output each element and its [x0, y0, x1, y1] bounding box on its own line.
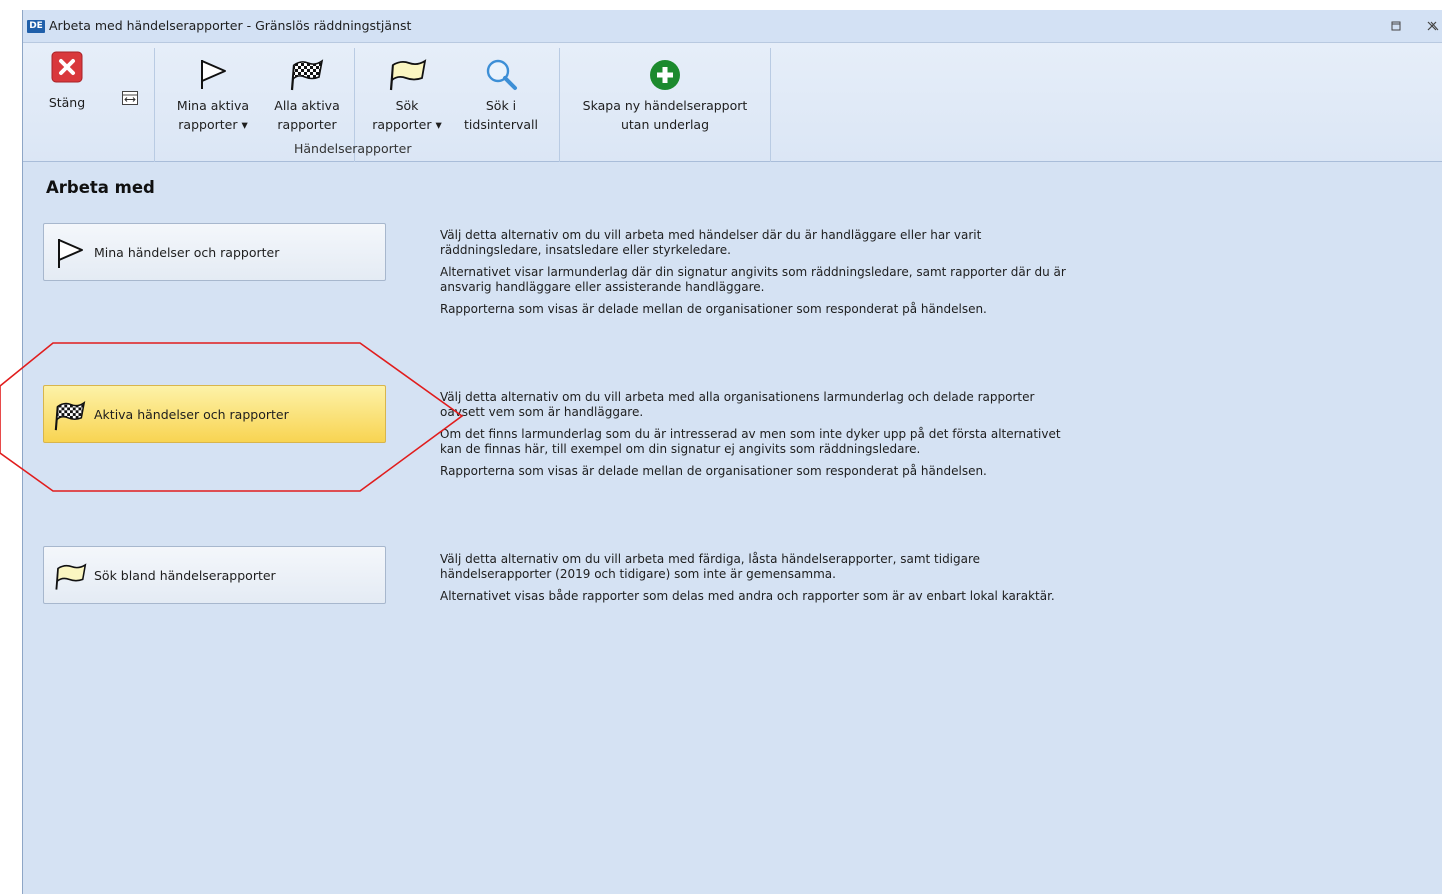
section-title: Arbeta med	[46, 178, 155, 197]
my-events-button[interactable]: Mina händelser och rapporter	[43, 223, 386, 281]
search-time-interval-button[interactable]: Sök i tidsintervall	[459, 57, 543, 134]
close-icon	[51, 51, 83, 83]
description-paragraph: Alternativet visas både rapporter som de…	[440, 589, 1055, 603]
search-reports-option-label: Sök bland händelserapporter	[94, 568, 276, 583]
app-window: DE Arbeta med händelserapporter - Gränsl…	[22, 10, 1442, 894]
my-events-description: Välj detta alternativ om du vill arbeta …	[440, 228, 1080, 324]
title-bar: DE Arbeta med händelserapporter - Gränsl…	[23, 10, 1442, 43]
description-paragraph: Välj detta alternativ om du vill arbeta …	[440, 552, 981, 581]
close-button[interactable]: Stäng	[44, 51, 90, 112]
active-events-button[interactable]: Aktiva händelser och rapporter	[43, 385, 386, 443]
white-flag-icon	[58, 239, 83, 268]
active-events-label: Aktiva händelser och rapporter	[94, 407, 289, 422]
search-reports-option-button[interactable]: Sök bland händelserapporter	[43, 546, 386, 604]
ribbon-separator	[154, 48, 155, 162]
checkered-flag-icon	[290, 59, 324, 91]
all-active-reports-label-1: Alla aktiva	[274, 98, 340, 113]
my-events-label: Mina händelser och rapporter	[94, 245, 280, 260]
description-paragraph: Välj detta alternativ om du vill arbeta …	[440, 390, 1035, 419]
create-report-label-1: Skapa ny händelserapport	[582, 98, 748, 113]
yellow-flag-icon	[389, 59, 427, 91]
main-content: Arbeta med Mina händelser och rapporter …	[23, 162, 1442, 894]
search-icon	[486, 59, 517, 90]
all-active-reports-button[interactable]: Alla aktiva rapporter	[267, 57, 347, 134]
white-flag-icon	[201, 60, 226, 89]
search-reports-label-1: Sök	[395, 98, 419, 113]
my-active-reports-label-1: Mina aktiva	[176, 98, 250, 113]
ribbon-separator	[559, 48, 560, 162]
my-active-reports-button[interactable]: Mina aktiva rapporter ▾	[171, 57, 255, 134]
my-active-reports-label-2: rapporter ▾	[178, 117, 248, 132]
window-title: Arbeta med händelserapporter - Gränslös …	[49, 18, 412, 33]
description-paragraph: Om det finns larmunderlag som du är intr…	[440, 427, 1061, 456]
active-events-description: Välj detta alternativ om du vill arbeta …	[440, 390, 1080, 486]
search-time-interval-label-1: Sök i	[485, 98, 517, 113]
resize-icon[interactable]	[121, 89, 139, 107]
all-active-reports-label-2: rapporter	[277, 117, 337, 132]
checkered-flag-icon	[54, 401, 86, 431]
search-time-interval-label-2: tidsintervall	[464, 117, 538, 132]
create-report-label-2: utan underlag	[620, 117, 710, 132]
ribbon-group-label: Händelserapporter	[294, 141, 412, 156]
restore-icon[interactable]	[1389, 20, 1403, 32]
close-button-label: Stäng	[48, 95, 86, 110]
create-report-button[interactable]: Skapa ny händelserapport utan underlag	[577, 59, 753, 134]
description-paragraph: Rapporterna som visas är delade mellan d…	[440, 464, 987, 478]
app-logo-icon: DE	[27, 20, 45, 33]
description-paragraph: Välj detta alternativ om du vill arbeta …	[440, 228, 982, 257]
description-paragraph: Rapporterna som visas är delade mellan d…	[440, 302, 987, 316]
yellow-flag-icon	[55, 563, 87, 590]
search-reports-button[interactable]: Sök rapporter ▾	[367, 57, 447, 134]
ribbon-separator	[770, 48, 771, 162]
description-paragraph: Alternativet visar larmunderlag där din …	[440, 265, 1066, 294]
ribbon-toolbar: Stäng Mina aktiva rapporter ▾ Alla aktiv…	[23, 43, 1442, 162]
add-circle-icon	[650, 60, 680, 90]
search-reports-label-2: rapporter ▾	[372, 117, 442, 132]
search-reports-description: Välj detta alternativ om du vill arbeta …	[440, 552, 1080, 611]
close-icon[interactable]	[1425, 20, 1439, 32]
